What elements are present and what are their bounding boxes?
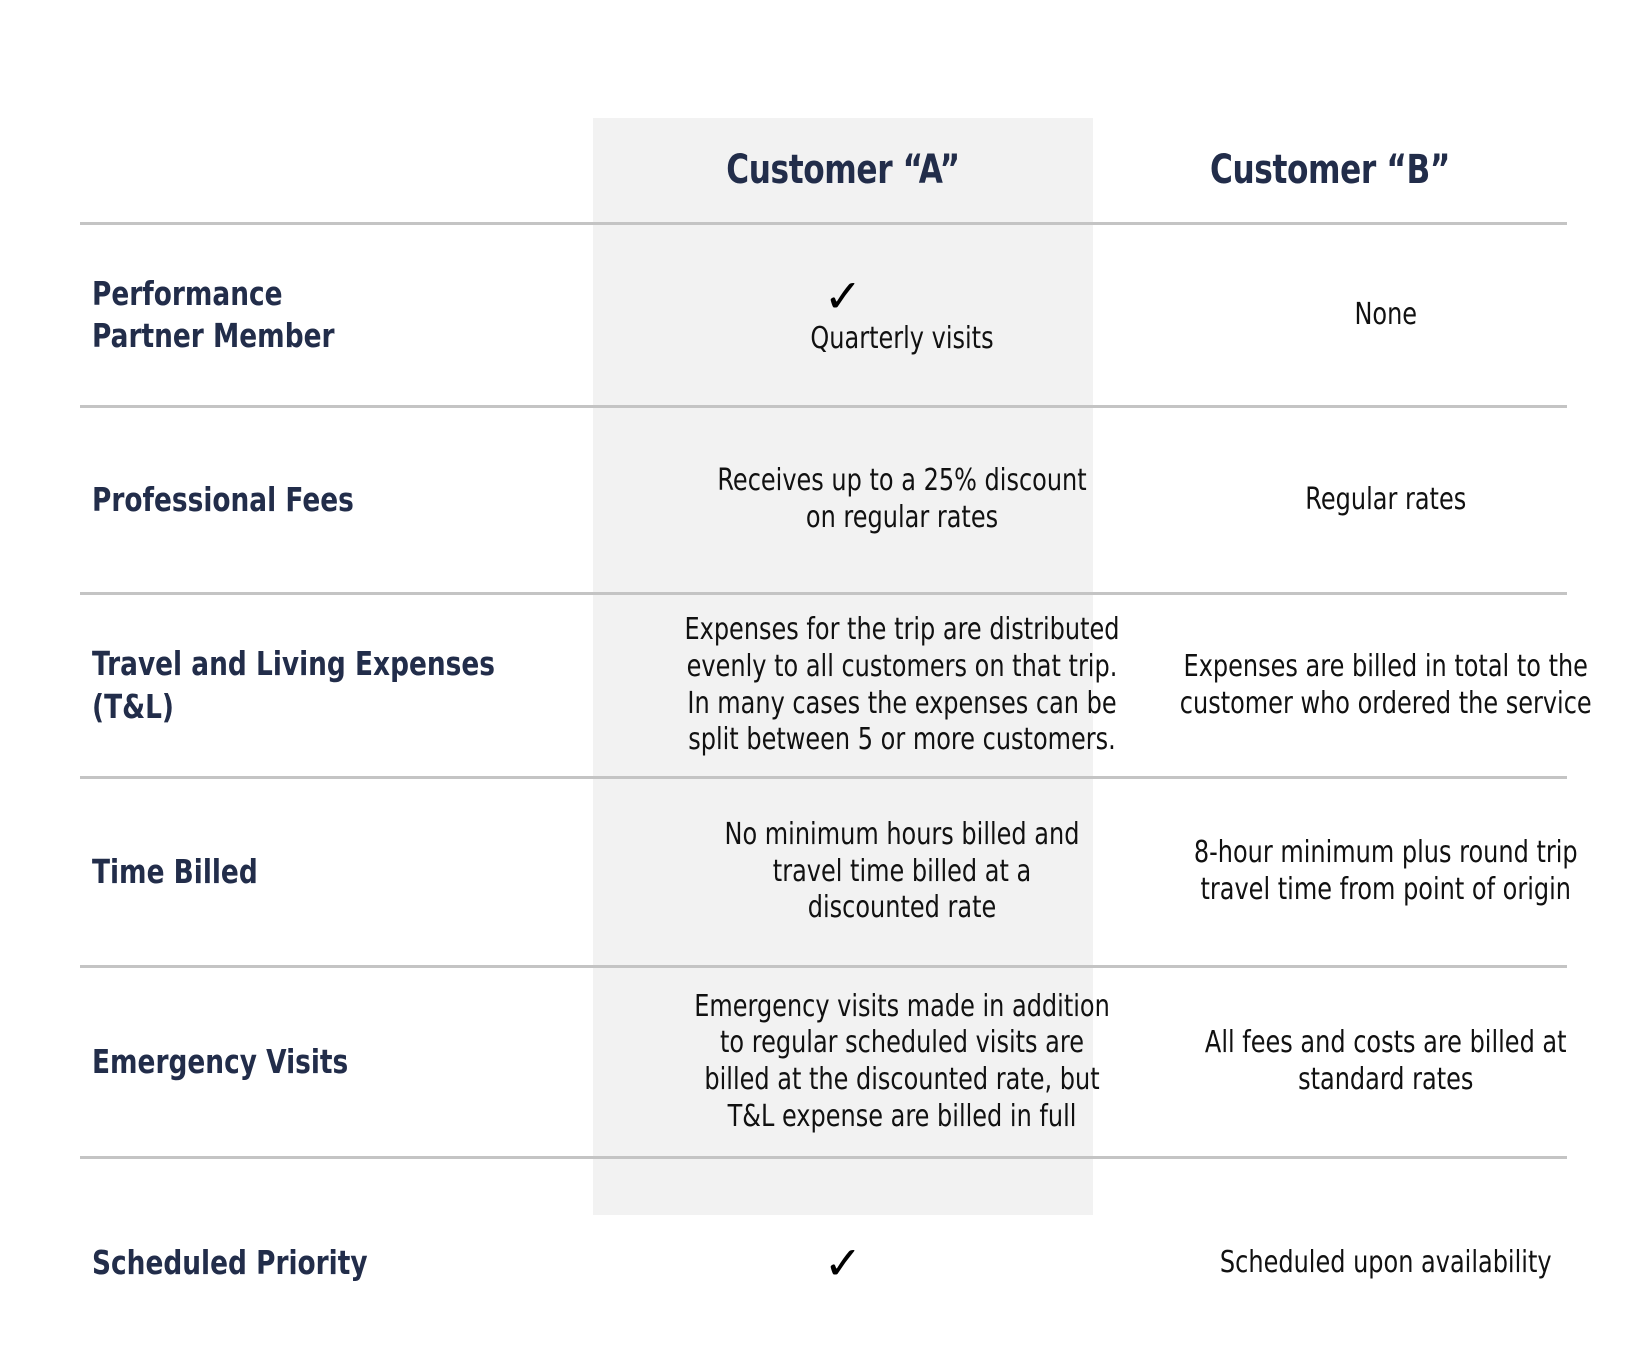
table-row: Professional Fees Receives up to a 25% d… (80, 407, 1567, 594)
row-label-professional-fees: Professional Fees (80, 407, 593, 594)
table-row: Time Billed No minimum hours billed and … (80, 778, 1567, 967)
cell-text: All fees and costs are billed at standar… (1163, 1025, 1609, 1098)
check-icon: ✓ (607, 273, 1079, 319)
table-row: Scheduled Priority ✓ Scheduled upon avai… (80, 1158, 1567, 1367)
row-label-text: Professional Fees (92, 479, 573, 521)
cell-b-professional-fees: Regular rates (1093, 407, 1567, 594)
table-header: Customer “A” Customer “B” (80, 118, 1567, 224)
cell-text: Expenses for the trip are distributed ev… (666, 612, 1138, 758)
cell-a-scheduled-priority: ✓ (593, 1158, 1093, 1367)
cell-text: Emergency visits made in addition to reg… (666, 989, 1138, 1135)
table-body: Performance Partner Member ✓ Quarterly v… (80, 224, 1567, 1367)
row-label-text: Time Billed (92, 851, 573, 893)
table-row: Performance Partner Member ✓ Quarterly v… (80, 224, 1567, 407)
table-row: Emergency Visits Emergency visits made i… (80, 967, 1567, 1158)
column-title-a: Customer “A” (648, 148, 1038, 192)
row-label-text: Scheduled Priority (92, 1242, 573, 1284)
row-label-performance-partner-member: Performance Partner Member (80, 224, 593, 407)
row-label-travel-and-living-expenses: Travel and Living Expenses (T&L) (80, 594, 593, 778)
cell-b-emergency-visits: All fees and costs are billed at standar… (1093, 967, 1567, 1158)
cell-text: Expenses are billed in total to the cust… (1163, 649, 1609, 722)
customer-comparison-table: Customer “A” Customer “B” Performance Pa… (80, 118, 1567, 1367)
header-cell-customer-a: Customer “A” (593, 118, 1093, 224)
row-label-emergency-visits: Emergency Visits (80, 967, 593, 1158)
cell-text: No minimum hours billed and travel time … (666, 817, 1138, 927)
comparison-table-page: Customer “A” Customer “B” Performance Pa… (0, 0, 1650, 1275)
cell-a-professional-fees: Receives up to a 25% discount on regular… (593, 407, 1093, 594)
cell-b-scheduled-priority: Scheduled upon availability (1093, 1158, 1567, 1367)
cell-text: Scheduled upon availability (1163, 1245, 1609, 1282)
table-row: Travel and Living Expenses (T&L) Expense… (80, 594, 1567, 778)
cell-a-emergency-visits: Emergency visits made in addition to reg… (593, 967, 1093, 1158)
cell-text: None (1163, 297, 1609, 334)
cell-a-travel-and-living-expenses: Expenses for the trip are distributed ev… (593, 594, 1093, 778)
header-cell-customer-b: Customer “B” (1093, 118, 1567, 224)
cell-a-performance-partner-member: ✓ Quarterly visits (593, 224, 1093, 407)
check-icon: ✓ (607, 1240, 1079, 1286)
cell-a-time-billed: No minimum hours billed and travel time … (593, 778, 1093, 967)
cell-b-time-billed: 8-hour minimum plus round trip travel ti… (1093, 778, 1567, 967)
cell-text: Receives up to a 25% discount on regular… (666, 463, 1138, 536)
cell-text: Regular rates (1163, 482, 1609, 519)
row-label-text: Performance Partner Member (92, 273, 573, 357)
row-label-text: Emergency Visits (92, 1041, 573, 1083)
cell-b-performance-partner-member: None (1093, 224, 1567, 407)
row-label-scheduled-priority: Scheduled Priority (80, 1158, 593, 1367)
cell-text: 8-hour minimum plus round trip travel ti… (1163, 835, 1609, 908)
row-label-text: Travel and Living Expenses (T&L) (92, 643, 573, 727)
cell-text: Quarterly visits (666, 321, 1138, 358)
column-title-b: Customer “B” (1145, 148, 1515, 192)
row-label-time-billed: Time Billed (80, 778, 593, 967)
header-row: Customer “A” Customer “B” (80, 118, 1567, 224)
cell-b-travel-and-living-expenses: Expenses are billed in total to the cust… (1093, 594, 1567, 778)
header-cell-empty (80, 118, 593, 224)
